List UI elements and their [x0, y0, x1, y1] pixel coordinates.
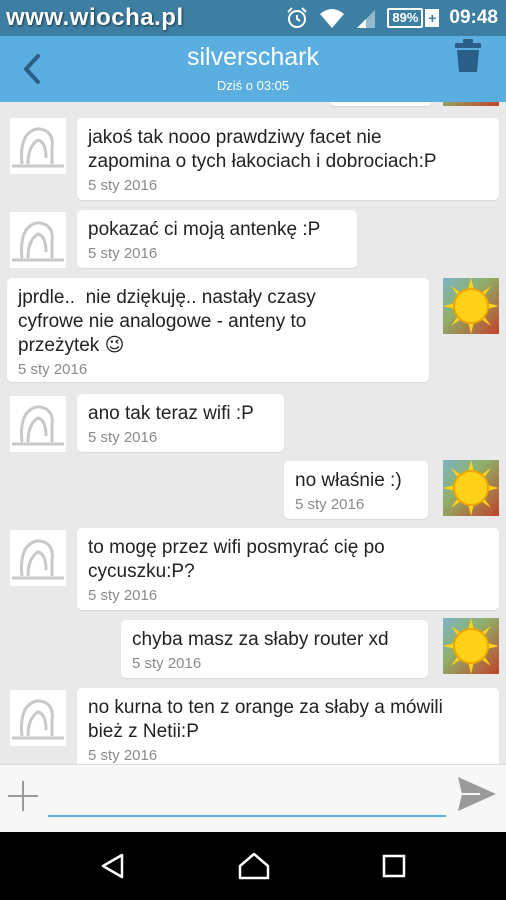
contact-avatar [10, 118, 66, 174]
message-text: chyba masz za słaby router xd [132, 629, 389, 650]
charging-indicator: + [425, 9, 440, 27]
message-incoming: no kurna to ten z orange za słaby a mówi… [0, 688, 506, 764]
contact-name: silverschark [187, 43, 319, 71]
message-incoming: ano tak teraz wifi :P 5 sty 2016 [0, 394, 506, 454]
message-bubble: no właśnie :) 5 sty 2016 [284, 461, 428, 519]
message-bubble: to mogę przez wifi posmyrać cię po cycus… [77, 528, 499, 610]
message-text: jprdle.. nie dziękuję.. nastały czasy cy… [18, 286, 418, 358]
own-avatar [443, 278, 499, 334]
message-date: 5 sty 2016 [88, 429, 158, 446]
recents-icon [382, 854, 406, 878]
system-navigation-bar [0, 832, 506, 900]
delete-conversation-button[interactable] [454, 38, 482, 74]
send-button[interactable] [456, 773, 498, 815]
message-text: pokazać ci moją antenkę :P [88, 219, 321, 240]
message-text: no kurna to ten z orange za słaby a mówi… [88, 697, 443, 742]
trash-icon [455, 39, 481, 72]
message-incoming: pokazać ci moją antenkę :P 5 sty 2016 [0, 210, 506, 270]
battery-level: 89% [387, 8, 424, 28]
signal-icon [357, 10, 376, 28]
message-bubble: jakoś tak nooo prawdziwy facet nie zapom… [77, 118, 499, 200]
default-avatar-icon [12, 539, 64, 580]
last-seen: Dziś o 03:05 [216, 78, 290, 93]
watermark: www.wiocha.pl [6, 4, 184, 31]
message-text: no właśnie :) [295, 470, 402, 491]
plus-icon [8, 781, 38, 811]
sun-avatar-icon [443, 278, 499, 334]
send-icon [458, 777, 496, 811]
default-avatar-icon [12, 127, 64, 168]
message-incoming: to mogę przez wifi posmyrać cię po cycus… [0, 528, 506, 612]
status-clock: 09:48 [449, 7, 498, 28]
message-bubble: pokazać ci moją antenkę :P 5 sty 2016 [77, 210, 357, 268]
message-date: 5 sty 2016 [132, 655, 202, 672]
sun-avatar-icon [443, 618, 499, 674]
message-date: 5 sty 2016 [88, 747, 158, 764]
message-bubble: ano tak teraz wifi :P 5 sty 2016 [77, 394, 284, 452]
message-date: 5 sty 2016 [88, 587, 158, 604]
battery-icon: 89% + [387, 8, 440, 28]
nav-recents-button[interactable] [380, 852, 408, 880]
nav-back-button[interactable] [98, 852, 126, 880]
status-bar: www.wiocha.pl 89% + 09:48 [0, 0, 506, 36]
contact-avatar [10, 212, 66, 268]
message-input[interactable] [48, 777, 446, 817]
message-text-body: jprdle.. nie dziękuję.. nastały czasy cy… [18, 287, 316, 356]
message-bubble: chyba masz za słaby router xd 5 sty 2016 [121, 620, 428, 678]
message-date: 5 sty 2016 [88, 177, 158, 194]
message-bubble-partial [330, 102, 432, 106]
message-text: ano tak teraz wifi :P [88, 403, 254, 424]
default-avatar-icon [12, 405, 64, 446]
contact-avatar [10, 396, 66, 452]
default-avatar-icon [12, 699, 64, 740]
sun-avatar-icon [443, 460, 499, 516]
attach-button[interactable] [6, 779, 40, 813]
message-text: to mogę przez wifi posmyrać cię po cycus… [88, 537, 385, 582]
message-incoming: jakoś tak nooo prawdziwy facet nie zapom… [0, 118, 506, 202]
own-avatar [443, 102, 499, 106]
message-text: jakoś tak nooo prawdziwy facet nie zapom… [88, 127, 437, 172]
home-icon [238, 852, 270, 880]
alarm-icon [287, 7, 308, 28]
wifi-icon [320, 9, 345, 28]
message-list[interactable]: jakoś tak nooo prawdziwy facet nie zapom… [0, 102, 506, 764]
wink-emoji-icon: 😉 [104, 335, 125, 356]
default-avatar-icon [12, 221, 64, 262]
message-outgoing: no właśnie :) 5 sty 2016 [0, 460, 506, 522]
contact-avatar [10, 530, 66, 586]
message-bubble: jprdle.. nie dziękuję.. nastały czasy cy… [7, 278, 429, 382]
message-date: 5 sty 2016 [18, 361, 88, 378]
contact-avatar [10, 690, 66, 746]
status-icons: 89% + 09:48 [285, 6, 498, 30]
own-avatar [443, 460, 499, 516]
own-avatar [443, 618, 499, 674]
message-date: 5 sty 2016 [88, 245, 158, 262]
nav-home-button[interactable] [238, 852, 270, 880]
message-bubble: no kurna to ten z orange za słaby a mówi… [77, 688, 499, 764]
compose-bar [0, 764, 506, 832]
message-outgoing: chyba masz za słaby router xd 5 sty 2016 [0, 618, 506, 680]
back-triangle-icon [101, 853, 124, 879]
conversation-header: silverschark Dziś o 03:05 [0, 36, 506, 102]
message-outgoing: jprdle.. nie dziękuję.. nastały czasy cy… [0, 278, 506, 384]
message-date: 5 sty 2016 [295, 496, 365, 513]
